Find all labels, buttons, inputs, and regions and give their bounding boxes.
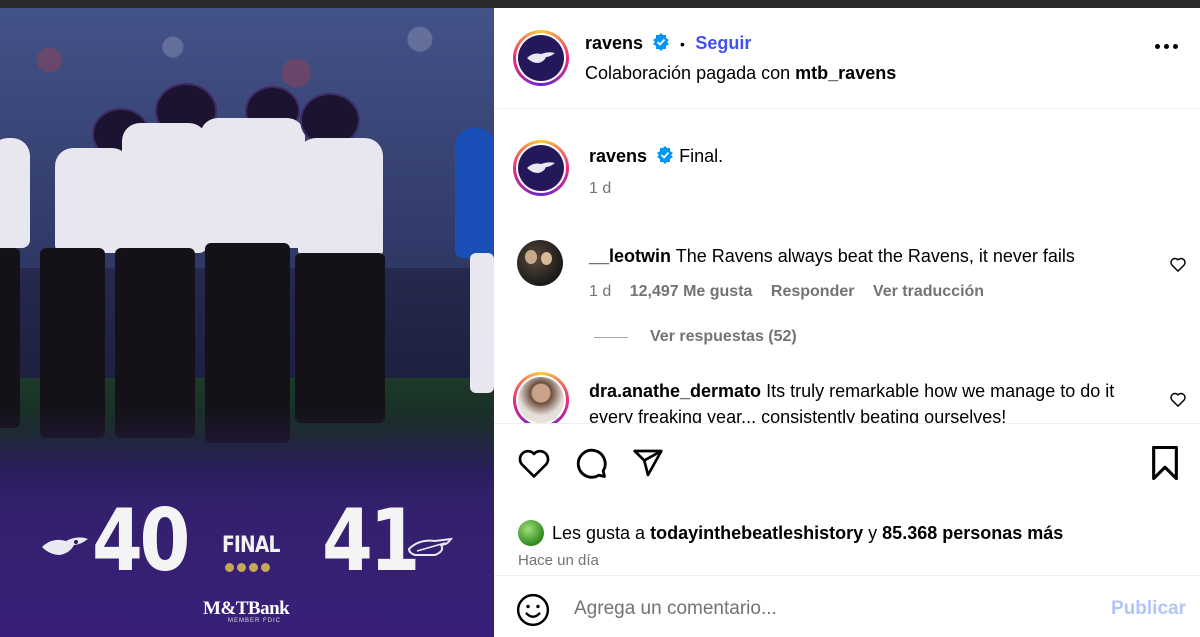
share-icon[interactable] [632, 447, 664, 479]
scoreboard: 40 FINAL 41 M&TBank MEMBER FDIC [0, 488, 494, 637]
comment-time[interactable]: 1 d [589, 283, 611, 300]
comment-text: The Ravens always beat the Ravens, it ne… [675, 246, 1075, 266]
comment-username[interactable]: __leotwin [589, 246, 671, 266]
collab-prefix: Colaboración pagada con [585, 63, 791, 83]
comment-2: dra.anathe_dermato Its truly remarkable … [589, 378, 1134, 423]
players-huddle [0, 78, 494, 458]
actions-bar: Les gusta a todayinthebeatleshistory y 8… [494, 423, 1200, 575]
post-time[interactable]: Hace un día [518, 552, 599, 569]
likes-others[interactable]: 85.368 personas más [882, 523, 1063, 544]
sponsor-subtext: MEMBER FDIC [228, 618, 281, 624]
ravens-avatar-icon [527, 52, 555, 63]
ravens-logo-icon [42, 537, 88, 555]
post-image[interactable]: 40 FINAL 41 M&TBank MEMBER FDIC [0, 8, 494, 637]
ravens-avatar-icon [527, 162, 555, 173]
like-comment-icon[interactable] [1170, 257, 1186, 272]
comment-meta: 1 d 12,497 Me gusta Responder Ver traduc… [589, 283, 998, 301]
caption: ravens Final. [589, 143, 723, 169]
publish-button[interactable]: Publicar [1111, 598, 1186, 620]
bills-logo-icon [407, 537, 454, 556]
caption-time[interactable]: 1 d [589, 180, 611, 198]
separator-dot: • [679, 36, 685, 52]
commenter-avatar[interactable] [513, 372, 569, 423]
comment-input[interactable] [574, 594, 1094, 624]
comment-icon[interactable] [574, 446, 608, 480]
caption-avatar[interactable] [513, 140, 569, 196]
like-comment-icon[interactable] [1170, 392, 1186, 407]
likes-prefix: Les gusta a [552, 522, 646, 543]
comment-likes[interactable]: 12,497 Me gusta [630, 283, 753, 300]
liker-avatar[interactable] [518, 520, 544, 546]
collab-account[interactable]: mtb_ravens [795, 63, 896, 83]
final-label: FINAL [222, 533, 280, 558]
avatar[interactable] [513, 30, 569, 86]
top-strip [0, 0, 1200, 8]
reply-button[interactable]: Responder [771, 283, 855, 300]
header-title-row: ravens • Seguir [585, 33, 751, 54]
verified-badge-icon [652, 33, 669, 51]
caption-text: Final. [679, 146, 724, 166]
comment-1: __leotwin The Ravens always beat the Rav… [589, 243, 1149, 269]
header-username[interactable]: ravens [585, 33, 643, 53]
save-bookmark-icon[interactable] [1150, 446, 1180, 480]
view-replies-button[interactable]: Ver respuestas (52) [594, 328, 797, 346]
post-panel: ravens • Seguir Colaboración pagada con … [494, 8, 1200, 637]
view-replies-label: Ver respuestas (52) [650, 328, 797, 345]
likes-summary: Les gusta a todayinthebeatleshistory y 8… [518, 520, 1063, 546]
comments-section[interactable]: ravens Final. 1 d __leotwin The Ravens a… [494, 110, 1200, 423]
final-dots [225, 563, 270, 572]
home-score: 40 [92, 491, 190, 591]
likes-connector: y [868, 522, 878, 543]
more-options-icon[interactable] [1155, 44, 1178, 49]
sponsor-logo: M&TBank [203, 598, 290, 619]
emoji-icon[interactable] [516, 593, 550, 627]
away-score: 41 [322, 491, 420, 591]
caption-username[interactable]: ravens [589, 146, 647, 166]
add-comment-bar: Publicar [494, 575, 1200, 637]
collab-line: Colaboración pagada con mtb_ravens [585, 63, 896, 84]
commenter-avatar[interactable] [517, 240, 563, 286]
post-header: ravens • Seguir Colaboración pagada con … [494, 8, 1200, 109]
comment-username[interactable]: dra.anathe_dermato [589, 381, 761, 401]
like-heart-icon[interactable] [517, 447, 551, 479]
follow-button[interactable]: Seguir [695, 33, 751, 53]
verified-badge-icon [657, 146, 674, 164]
liker-account[interactable]: todayinthebeatleshistory [650, 523, 863, 544]
translate-button[interactable]: Ver traducción [873, 283, 984, 300]
